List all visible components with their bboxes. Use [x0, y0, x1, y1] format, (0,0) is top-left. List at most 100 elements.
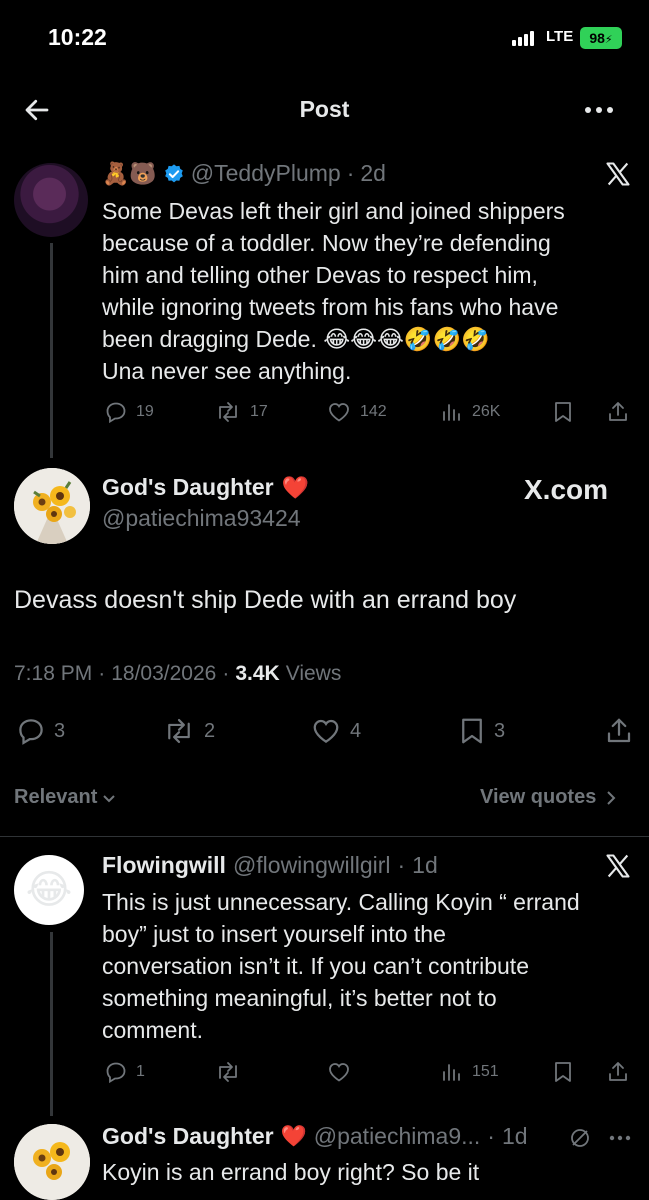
reply-count: 1 — [136, 1063, 145, 1080]
post-text-line: This is just unnecessary. Calling Koyin … — [102, 889, 580, 915]
post-text-line: Some Devas left their girl and joined sh… — [102, 198, 565, 224]
post-text-line: conversation isn’t it. If you can’t cont… — [102, 953, 529, 979]
share-icon — [607, 718, 631, 743]
reply-button[interactable]: 19 — [104, 400, 154, 424]
author-name[interactable]: God's Daughter — [102, 1123, 274, 1150]
repost-icon — [219, 1062, 237, 1082]
view-quotes-label: View quotes — [480, 786, 597, 808]
post-text-line: him and telling other Devas to respect h… — [102, 262, 538, 288]
views-icon — [443, 404, 460, 421]
heart-emoji: ❤️ — [281, 474, 309, 500]
bookmark-button[interactable]: 3 — [458, 716, 505, 746]
view-quotes-link[interactable]: View quotes — [480, 786, 618, 809]
views-count: 26K — [472, 403, 501, 420]
thread-line — [50, 932, 53, 1116]
bouquet-image — [14, 468, 90, 544]
repost-icon — [219, 402, 237, 422]
post-text: Devass doesn't ship Dede with an errand … — [14, 586, 517, 614]
heart-emoji: ❤️ — [280, 1124, 307, 1148]
post-header: Flowingwill @flowingwillgirl · 1d — [102, 852, 438, 879]
grok-icon[interactable] — [568, 1126, 592, 1150]
post-header: 🧸🐻 @TeddyPlump · 2d — [102, 160, 386, 187]
bookmark-icon — [555, 402, 571, 422]
bookmark-button[interactable] — [552, 400, 574, 424]
post-meta: 7:18 PM · 18/03/2026 · 3.4K Views — [14, 662, 342, 685]
heart-icon — [313, 719, 339, 743]
post-time: 7:18 PM — [14, 662, 93, 685]
post-text: Some Devas left their girl and joined sh… — [102, 195, 632, 387]
status-time: 10:22 — [48, 24, 107, 50]
like-button[interactable] — [326, 1060, 352, 1084]
post-text-line: boy” just to insert yourself into the — [102, 921, 446, 947]
heart-icon — [329, 403, 349, 422]
reply-count: 3 — [54, 719, 66, 742]
bookmark-button[interactable] — [552, 1060, 574, 1084]
bouquet-image — [14, 1124, 90, 1200]
x-logo-icon — [604, 160, 632, 188]
author-row: God's Daughter ❤️ — [102, 474, 309, 501]
heart-icon — [329, 1063, 349, 1082]
repost-button[interactable]: 2 — [162, 716, 215, 746]
avatar[interactable] — [14, 468, 90, 544]
like-button[interactable]: 142 — [326, 400, 387, 424]
bookmark-count: 3 — [494, 719, 506, 742]
share-button[interactable] — [606, 1060, 630, 1084]
reply-icon — [19, 719, 43, 745]
views-icon — [443, 1064, 460, 1081]
repost-count: 17 — [250, 403, 268, 420]
share-button[interactable] — [604, 716, 634, 746]
x-logo-icon — [604, 852, 632, 880]
more-options-icon[interactable] — [608, 1134, 632, 1142]
sort-label: Relevant — [14, 786, 98, 808]
post-age: 1d — [501, 1123, 528, 1149]
author-name[interactable]: God's Daughter — [102, 474, 274, 501]
author-handle[interactable]: @TeddyPlump — [191, 160, 341, 187]
like-count: 4 — [350, 719, 362, 742]
reply-count: 19 — [136, 403, 154, 420]
post-text: This is just unnecessary. Calling Koyin … — [102, 886, 637, 1046]
post-text: Koyin is an errand boy right? So be it — [102, 1159, 480, 1185]
post-age: 1d — [412, 852, 438, 878]
views-count: 3.4K — [235, 662, 280, 685]
repost-button[interactable] — [214, 1060, 242, 1084]
repost-button[interactable]: 17 — [214, 400, 268, 424]
share-icon — [609, 1062, 627, 1081]
post-text-line: comment. — [102, 1017, 203, 1043]
more-options-icon[interactable] — [583, 100, 615, 120]
author-handle[interactable]: @flowingwillgirl — [233, 852, 391, 879]
reply-icon — [106, 1062, 126, 1084]
bookmark-icon — [462, 718, 482, 744]
views-button[interactable]: 26K — [440, 400, 500, 424]
divider — [0, 836, 649, 837]
avatar-emoji: 😂 — [25, 868, 73, 912]
post-text-line: because of a toddler. Now they’re defend… — [102, 230, 551, 256]
author-handle[interactable]: @patiechima93424 — [102, 505, 301, 532]
avatar[interactable] — [14, 1124, 90, 1200]
thread-line — [50, 243, 53, 458]
post-age: 2d — [360, 160, 386, 186]
share-button[interactable] — [606, 400, 630, 424]
watermark: X.com — [524, 474, 609, 505]
sort-dropdown[interactable]: Relevant — [14, 786, 117, 809]
display-name-emojis[interactable]: 🧸🐻 — [102, 161, 157, 187]
reply-button[interactable]: 1 — [104, 1060, 145, 1084]
chevron-right-icon — [607, 790, 616, 805]
views-button[interactable]: 151 — [440, 1060, 499, 1084]
battery-icon: 98⚡ — [580, 27, 622, 49]
post-date: 18/03/2026 — [111, 662, 217, 685]
author-handle[interactable]: @patiechima9... — [314, 1123, 481, 1150]
post-text-line: something meaningful, it’s better not to — [102, 985, 497, 1011]
post-header: God's Daughter ❤️ @patiechima9... · 1d — [102, 1123, 528, 1150]
like-button[interactable]: 4 — [310, 716, 361, 746]
post-text-line: while ignoring tweets from his fans who … — [102, 294, 559, 320]
avatar[interactable] — [14, 163, 88, 237]
signal-icon — [512, 30, 534, 46]
repost-icon — [168, 718, 190, 744]
verified-badge-icon — [163, 163, 185, 185]
page-title: Post — [299, 96, 350, 122]
views-label: Views — [285, 662, 342, 685]
author-name[interactable]: Flowingwill — [102, 852, 226, 879]
chevron-down-icon — [103, 794, 116, 802]
reply-button[interactable]: 3 — [16, 716, 65, 746]
avatar[interactable]: 😂 — [14, 855, 84, 925]
